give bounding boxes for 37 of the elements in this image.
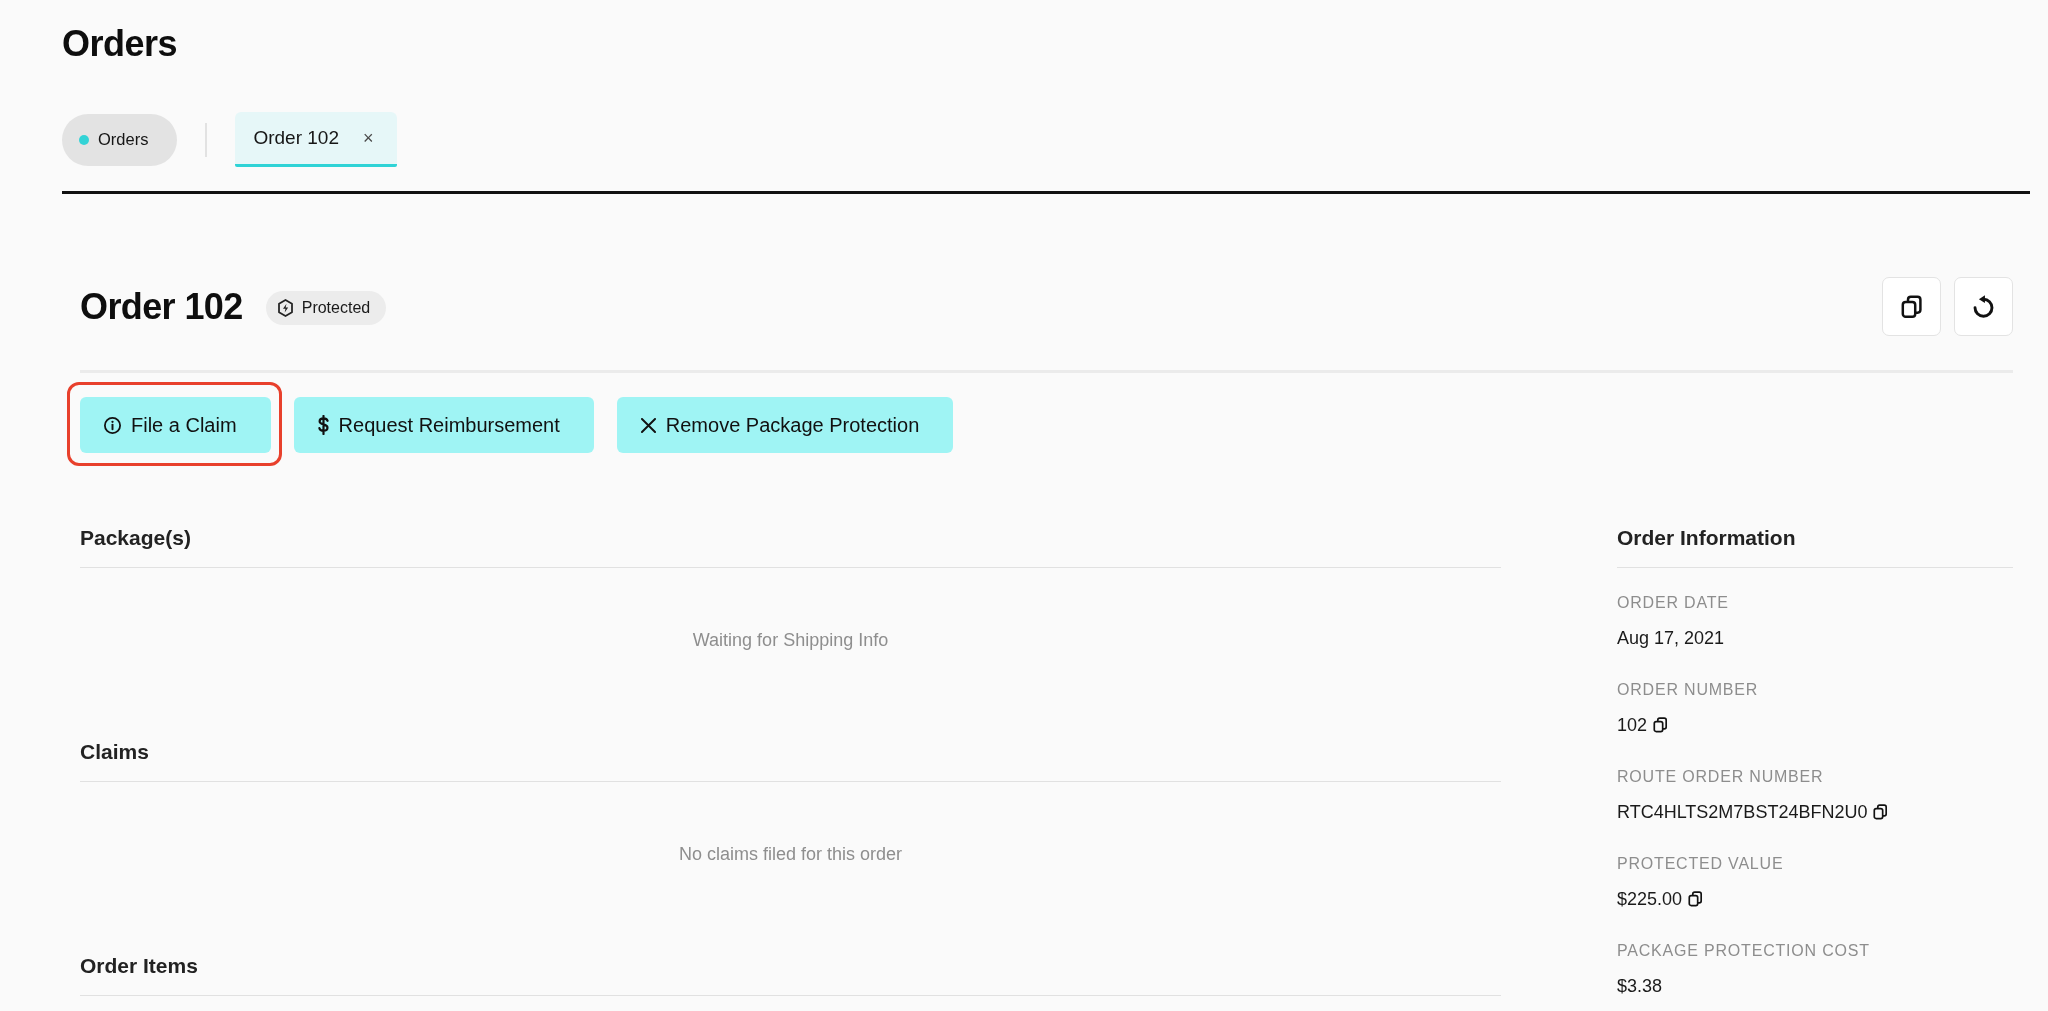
field-value: RTC4HLTS2M7BST24BFN2U0 (1617, 801, 1868, 824)
field-value: 102 (1617, 714, 1648, 737)
field-value: $225.00 (1617, 888, 1683, 911)
field-label: ORDER DATE (1617, 593, 1729, 613)
action-button[interactable]: Remove Package Protection (616, 397, 954, 453)
section-title: Claims (80, 738, 1501, 782)
action-button[interactable]: File a Claim (80, 397, 271, 453)
field-value: Aug 17, 2021 (1617, 627, 1725, 650)
action-button[interactable]: Request Reimbursement (293, 397, 594, 453)
page-title: Orders (62, 22, 178, 66)
shield-icon (277, 298, 293, 317)
section-title: Order Items (80, 952, 1501, 996)
copy-icon (1900, 294, 1923, 319)
tab[interactable]: Order 102 × (235, 112, 397, 167)
copy-icon[interactable] (1653, 717, 1669, 733)
tab[interactable]: Orders (62, 113, 178, 166)
field-label: PACKAGE PROTECTION COST (1617, 941, 1870, 961)
close-button[interactable]: × (363, 129, 374, 147)
refresh-button[interactable] (1954, 277, 2013, 336)
field-value: $3.38 (1617, 975, 1663, 998)
refresh-icon (1973, 295, 1994, 318)
info-icon (104, 416, 121, 434)
empty-state-text: Waiting for Shipping Info (691, 629, 890, 652)
dot-icon (79, 134, 89, 145)
field-label: ROUTE ORDER NUMBER (1617, 767, 1824, 787)
dollar-icon (317, 415, 329, 435)
status-label: Protected (301, 298, 371, 317)
field-label: PROTECTED VALUE (1617, 854, 1784, 874)
empty-state-text: No claims filed for this order (677, 843, 904, 866)
copy-button[interactable] (1882, 277, 1941, 336)
section-title: Package(s) (80, 524, 1501, 568)
copy-icon[interactable] (1688, 891, 1704, 907)
field-label: ORDER NUMBER (1617, 680, 1759, 700)
close-icon (640, 417, 656, 433)
copy-icon[interactable] (1873, 804, 1889, 820)
panel-title: Order Information (1617, 524, 2013, 568)
order-title: Order 102 (80, 284, 243, 329)
